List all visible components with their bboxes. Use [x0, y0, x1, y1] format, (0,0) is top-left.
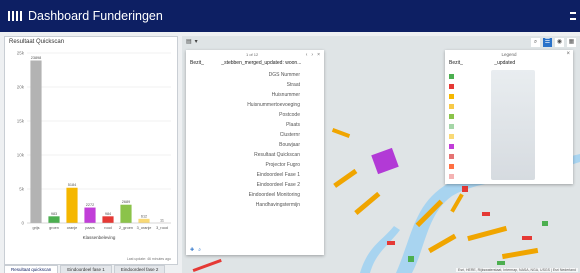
add-icon[interactable]: ✚: [190, 247, 194, 253]
tab-eindoordeel-fase-1[interactable]: Eindoordeel fase 1: [60, 265, 112, 273]
popup-pager: 1 of 12: [246, 52, 259, 57]
legend-swatch: [449, 174, 454, 179]
field-eindoordeel-monitoring: Eindoordeel Monitoring: [248, 192, 300, 198]
field-bouwjaar: Bouwjaar: [279, 142, 300, 148]
legend-swatch: [449, 124, 454, 129]
basemap-icon[interactable]: ▦: [567, 38, 576, 47]
search-icon[interactable]: ⌕: [531, 38, 540, 47]
field-clusternr: Clusternr: [279, 132, 300, 138]
x-tick-label: grijs: [33, 226, 40, 230]
x-tick-label: paars: [85, 226, 95, 230]
quickscan-panel: Resultaat Quickscan 0 5k 10k 15k 20k 25k 23898…: [4, 36, 178, 265]
legend-title: Bezit_ _updated: [449, 60, 515, 66]
previous-icon[interactable]: ‹: [306, 52, 308, 58]
legend-swatch: [449, 74, 454, 79]
layers-icon[interactable]: ▤: [186, 38, 192, 45]
x-axis-label: Klassenbeleving: [83, 235, 116, 240]
field-postcode: Postcode: [279, 112, 300, 118]
field-dgs-nummer: DGS Nummer: [268, 72, 300, 78]
bar: [30, 60, 42, 224]
x-tick-label: 3_oranje: [137, 226, 152, 230]
app-title: Dashboard Funderingen: [28, 9, 163, 23]
zoom-to-icon[interactable]: ⌕: [198, 247, 201, 253]
bar-value-label: 983: [51, 212, 57, 216]
y-tick-label: 10k: [17, 153, 25, 158]
bar: [66, 187, 78, 223]
app-header: Dashboard Funderingen: [0, 0, 580, 32]
x-tick-label: 3_rood: [156, 226, 168, 230]
field-straat: Straat: [286, 82, 300, 88]
quickscan-bar-chart: 0 5k 10k 15k 20k 25k 23898 grijs 983 groen 5184 ora…: [17, 51, 171, 240]
x-tick-label: groen: [49, 226, 59, 230]
tab-eindoordeel-fase-2[interactable]: Eindoordeel fase 2: [113, 265, 166, 273]
legend-swatch: [449, 104, 454, 109]
close-icon[interactable]: ×: [317, 52, 320, 58]
bar: [138, 218, 150, 223]
last-update-text: Last update: 46 minutes ago: [126, 257, 171, 261]
popup-title-right: _stebben_merged_updated: woon...: [221, 60, 302, 66]
popup-footer: ✚ ⌕: [190, 247, 201, 253]
x-tick-label: 2_groen: [119, 226, 133, 230]
field-projector-fugro: Projector Fugro: [265, 162, 300, 168]
feature-popup: 1 of 12 ‹ › × Bezit_ _stebben_merged_upd…: [186, 50, 324, 255]
bar-value-label: 5184: [68, 183, 76, 187]
canal-water-2: [360, 226, 400, 273]
y-tick-label: 5k: [19, 187, 25, 192]
map-controls: ⌕ ☰ ◉ ▦: [531, 38, 576, 47]
legend-title-right: _updated: [494, 60, 516, 66]
legend-swatch: [449, 144, 454, 149]
bar-value-label: 11: [160, 218, 164, 222]
field-resultaat-quickscan: Resultaat Quickscan: [254, 152, 300, 158]
legend-swatch: [449, 84, 454, 89]
x-tick-label: oranje: [67, 226, 78, 230]
bar-value-label: 23898: [31, 56, 42, 60]
close-icon[interactable]: ×: [566, 51, 570, 57]
legend-icon[interactable]: ☰: [543, 38, 552, 47]
layers-icon[interactable]: ◉: [555, 38, 564, 47]
bar: [48, 216, 60, 223]
field-huisnummertoevoeging: Huisnummertoevoeging: [247, 102, 300, 108]
y-tick-label: 0: [21, 221, 24, 226]
bar-value-label: 612: [141, 214, 147, 218]
y-tick-label: 15k: [17, 119, 25, 124]
field-eindoordeel-fase-2: Eindoordeel Fase 2: [256, 182, 300, 188]
field-huisnummer: Huisnummer: [271, 92, 300, 98]
legend-labels-area: [491, 70, 535, 180]
field-eindoordeel-fase-1: Eindoordeel Fase 1: [256, 172, 300, 178]
field-plaats: Plaats: [286, 122, 300, 128]
legend-panel: Legend × Bezit_ _updated: [445, 50, 573, 184]
map-view[interactable]: ▤ ▾ ⌕ ☰ ◉ ▦ 1 of 12 ‹ › × Bezit_ _stebbe…: [182, 36, 580, 273]
legend-swatch: [449, 164, 454, 169]
next-icon[interactable]: ›: [311, 52, 313, 58]
bar: [102, 216, 114, 223]
legend-swatch: [449, 114, 454, 119]
legend-swatch: [449, 154, 454, 159]
popup-title-left: Bezit_: [190, 60, 204, 66]
legend-swatch: [449, 94, 454, 99]
legend-swatch: [449, 134, 454, 139]
legend-title-left: Bezit_: [449, 60, 463, 66]
y-tick-label: 25k: [17, 51, 25, 56]
panel-title: Resultaat Quickscan: [9, 39, 65, 45]
map-attribution: Esri, HERE, Rijkswaterstaat, Intermap, N…: [455, 268, 578, 272]
tab-resultaat-quickscan[interactable]: Resultaat quickscan: [4, 265, 59, 273]
bar: [84, 207, 96, 223]
bar: [120, 204, 132, 223]
legend-heading: Legend: [501, 52, 517, 57]
popup-fields: DGS Nummer Straat Huisnummer Huisnummert…: [186, 70, 306, 210]
y-tick-label: 20k: [17, 85, 25, 90]
popup-title: Bezit_ _stebben_merged_updated: woon...: [190, 60, 301, 66]
bar-value-label: 984: [105, 212, 111, 216]
field-handhavingstermijn: Handhavingstermijn: [255, 202, 300, 208]
x-tick-label: rood: [104, 226, 112, 230]
menu-icon[interactable]: [570, 12, 576, 20]
chart-tabs: Resultaat quickscan Eindoordeel fase 1 E…: [4, 265, 178, 273]
bar-value-label: 2272: [86, 203, 94, 207]
legend-swatches: [449, 74, 454, 184]
chevron-down-icon[interactable]: ▾: [195, 38, 198, 45]
map-toolbar: ▤ ▾: [186, 38, 198, 45]
building-highlight[interactable]: [371, 147, 399, 175]
bar-value-label: 2689: [122, 200, 130, 204]
app-logo-icon: [8, 11, 22, 21]
